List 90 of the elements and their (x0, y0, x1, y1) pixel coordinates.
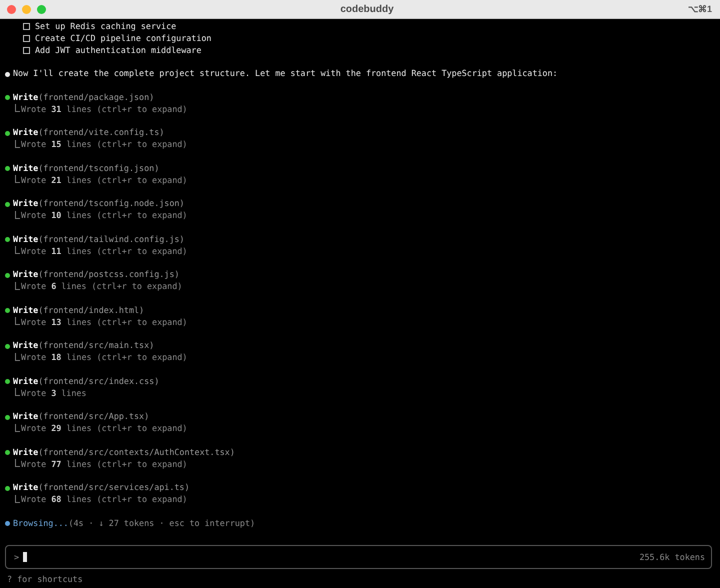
result-label: Wrote (21, 423, 46, 435)
tool-name: Write (13, 304, 38, 317)
tool-argument: (frontend/package.json) (38, 92, 154, 104)
result-detail: lines (ctrl+r to expand) (66, 316, 188, 329)
minimize-button[interactable] (22, 4, 31, 14)
tool-name: Write (13, 376, 38, 388)
tool-name: Write (13, 411, 38, 424)
result-detail: lines (ctrl+r to expand) (66, 174, 188, 187)
result-detail: lines (ctrl+r to expand) (66, 139, 188, 152)
tool-argument: (frontend/tsconfig.node.json) (38, 198, 184, 210)
tool-argument: (frontend/index.html) (38, 304, 144, 317)
line-count: 21 (51, 174, 62, 187)
tool-argument: (frontend/src/services/api.ts) (38, 482, 190, 494)
tool-name: Write (13, 162, 38, 175)
zoom-button[interactable] (37, 4, 46, 14)
shortcut-hint: ? for shortcuts (6, 573, 84, 586)
window-title: codebuddy (339, 4, 395, 14)
tool-name: Write (13, 446, 38, 459)
bullet-icon (5, 72, 10, 77)
activity-verb: Browsing... (13, 518, 68, 530)
close-button[interactable] (7, 4, 16, 14)
line-count: 13 (51, 316, 62, 329)
result-detail: lines (ctrl+r to expand) (66, 423, 188, 435)
line-count: 18 (51, 352, 62, 364)
result-label: Wrote (21, 352, 46, 364)
line-count: 15 (51, 139, 62, 152)
tool-argument: (frontend/src/main.tsx) (38, 340, 154, 352)
line-count: 31 (51, 104, 62, 116)
tool-argument: (frontend/vite.config.ts) (38, 127, 164, 140)
connector-icon (15, 246, 20, 254)
todo-text: Add JWT authentication middleware (35, 44, 202, 56)
todo-text: Create CI/CD pipeline configuration (35, 32, 212, 45)
connector-icon (15, 104, 20, 112)
tool-name: Write (13, 482, 38, 494)
line-count: 3 (51, 388, 56, 400)
line-count: 6 (51, 281, 56, 294)
result-detail: lines (ctrl+r to expand) (66, 210, 188, 222)
result-label: Wrote (21, 246, 46, 258)
result-detail: lines (ctrl+r to expand) (66, 494, 188, 506)
line-count: 10 (51, 210, 62, 222)
tool-argument: (frontend/postcss.config.js) (38, 269, 180, 282)
text-cursor (23, 552, 28, 562)
tool-name: Write (13, 127, 38, 140)
result-label: Wrote (21, 316, 46, 329)
result-detail: lines (ctrl+r to expand) (66, 104, 188, 116)
result-label: Wrote (21, 104, 46, 116)
line-count: 77 (51, 458, 62, 470)
result-detail: lines (ctrl+r to expand) (61, 281, 182, 294)
line-count: 11 (51, 246, 62, 258)
result-detail: lines (ctrl+r to expand) (66, 352, 188, 364)
tool-argument: (frontend/src/index.css) (38, 376, 160, 388)
line-count: 29 (51, 423, 62, 435)
connector-icon (15, 282, 20, 290)
message-text: Now I'll create the complete project structure. Let me start with the frontend React TypeScript application: (13, 68, 558, 80)
line-count: 68 (51, 494, 62, 506)
result-label: Wrote (21, 210, 46, 222)
todo-text: Set up Redis caching service (35, 21, 176, 33)
tool-argument: (frontend/src/contexts/AuthContext.tsx) (38, 446, 235, 459)
result-detail: lines (ctrl+r to expand) (66, 246, 188, 258)
window-shortcut: ⌥⌘1 (688, 4, 713, 14)
result-detail: lines (ctrl+r to expand) (66, 458, 188, 470)
connector-icon (15, 459, 20, 468)
token-count: 255.6k tokens (639, 552, 705, 562)
result-label: Wrote (21, 281, 46, 294)
connector-icon (15, 175, 20, 184)
tool-name: Write (13, 269, 38, 282)
tool-name: Write (13, 340, 38, 352)
tool-argument: (frontend/tsconfig.json) (38, 162, 160, 175)
connector-icon (15, 494, 20, 503)
connector-icon (15, 210, 20, 219)
connector-icon (15, 424, 20, 432)
connector-icon (15, 317, 20, 326)
result-label: Wrote (21, 139, 46, 152)
prompt-symbol: > (14, 552, 20, 562)
result-label: Wrote (21, 494, 46, 506)
result-label: Wrote (21, 174, 46, 187)
tool-name: Write (13, 92, 38, 104)
activity-detail: (4s · ↓ 27 tokens · esc to interrupt) (68, 518, 256, 530)
result-label: Wrote (21, 388, 46, 400)
connector-icon (15, 352, 20, 361)
tool-name: Write (13, 234, 38, 246)
tool-name: Write (13, 198, 38, 210)
prompt-input[interactable]: > 255.6k tokens (5, 545, 712, 569)
tool-argument: (frontend/src/App.tsx) (38, 411, 150, 424)
connector-icon (15, 388, 20, 396)
bullet-icon (5, 521, 10, 526)
result-detail: lines (61, 388, 86, 400)
connector-icon (15, 140, 20, 148)
result-label: Wrote (21, 458, 46, 470)
tool-argument: (frontend/tailwind.config.js) (38, 234, 184, 246)
